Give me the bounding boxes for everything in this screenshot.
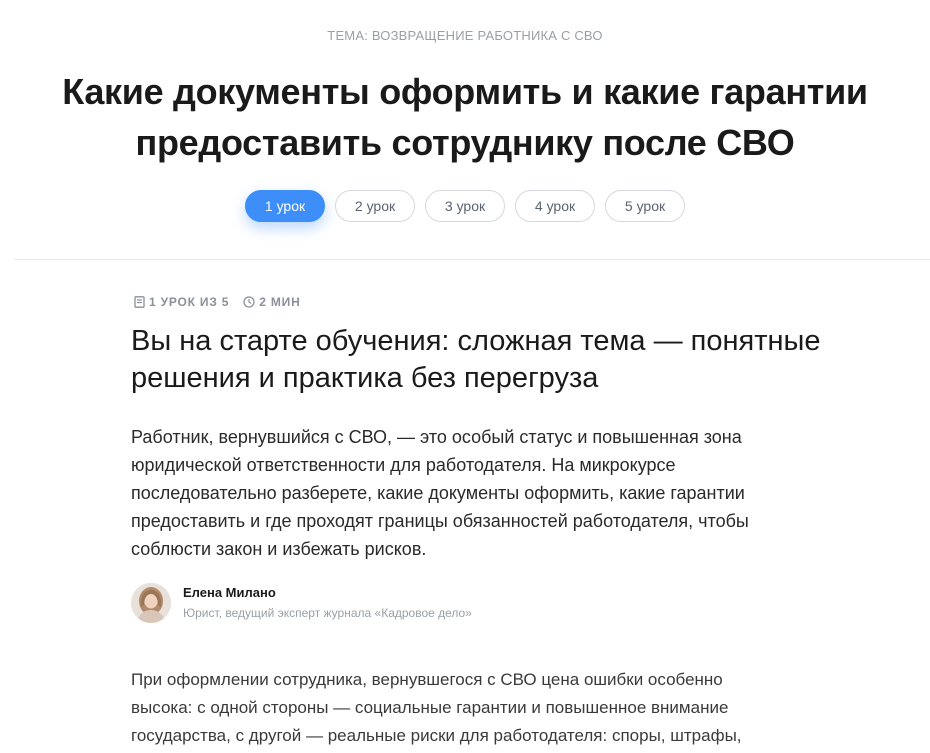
divider [14, 259, 930, 260]
lesson-counter: 1 урок из 5 [134, 295, 229, 309]
lead-paragraph: Работник, вернувшийся с СВО, — это особы… [131, 427, 749, 559]
avatar [131, 583, 171, 623]
duration-text: 2 мин [259, 295, 301, 309]
tab-lesson-4[interactable]: 4 урок [515, 190, 595, 222]
lesson-tabs: 1 урок 2 урок 3 урок 4 урок 5 урок [0, 190, 930, 222]
tab-lesson-2[interactable]: 2 урок [335, 190, 415, 222]
tab-lesson-1[interactable]: 1 урок [245, 190, 325, 222]
clock-icon [243, 296, 255, 308]
lesson-counter-text: 1 урок из 5 [149, 295, 230, 309]
tab-lesson-3[interactable]: 3 урок [425, 190, 505, 222]
lesson-title: Вы на старте обучения: сложная тема — по… [131, 325, 821, 394]
author-block: Елена Милано Юрист, ведущий эксперт журн… [131, 583, 472, 623]
book-icon [134, 296, 145, 308]
topic-label: ТЕМА: ВОЗВРАЩЕНИЕ РАБОТНИКА С СВО [327, 28, 603, 43]
author-name: Елена Милано [183, 585, 276, 600]
author-role: Юрист, ведущий эксперт журнала «Кадровое… [183, 606, 472, 620]
body-paragraph: При оформлении сотрудника, вернувшегося … [131, 670, 742, 745]
duration: 2 мин [243, 295, 300, 309]
lesson-meta: 1 урок из 5 2 мин [134, 295, 301, 309]
author-info: Елена Милано Юрист, ведущий эксперт журн… [183, 584, 472, 622]
tab-lesson-5[interactable]: 5 урок [605, 190, 685, 222]
course-title: Какие документы оформить и какие гаранти… [62, 71, 868, 163]
